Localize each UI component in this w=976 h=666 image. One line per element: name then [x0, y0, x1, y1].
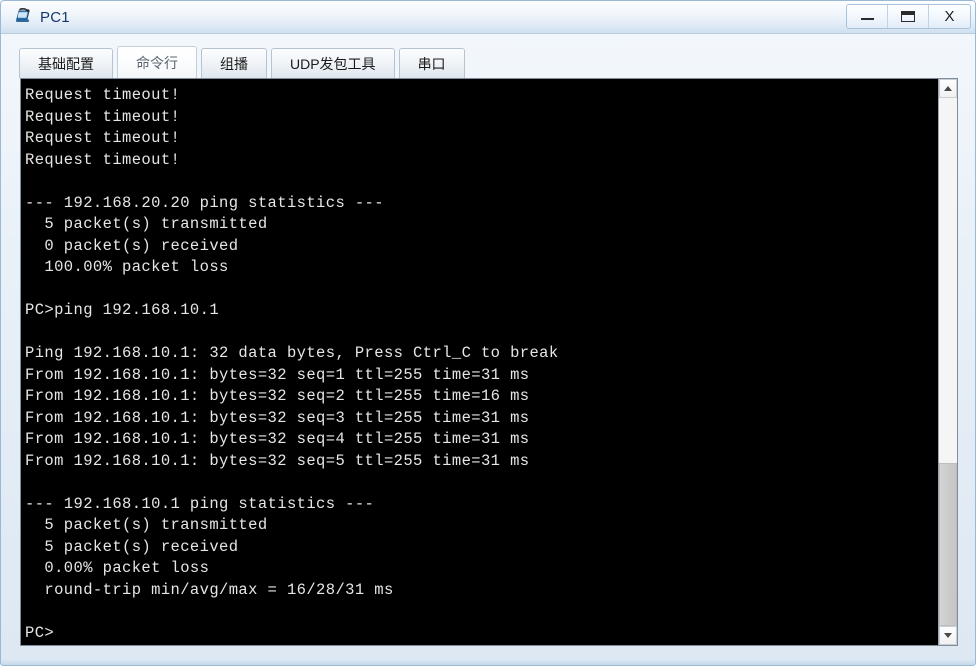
maximize-button[interactable] [888, 5, 929, 28]
terminal-line: Request timeout! [25, 107, 181, 126]
scrollbar-track[interactable] [939, 98, 957, 626]
tab-command-line[interactable]: 命令行 [117, 46, 197, 78]
window-controls: X [846, 4, 971, 29]
terminal-line: Request timeout! [25, 150, 181, 169]
chevron-up-icon [944, 86, 952, 91]
tab-udp-packet-tool[interactable]: UDP发包工具 [271, 48, 395, 78]
terminal-line: 0.00% packet loss [25, 559, 210, 577]
terminal-line: From 192.168.10.1: bytes=32 seq=5 ttl=25… [25, 451, 530, 470]
scroll-down-button[interactable] [939, 626, 957, 645]
terminal-line: From 192.168.10.1: bytes=32 seq=3 ttl=25… [25, 408, 530, 427]
close-icon: X [944, 8, 955, 25]
tab-command-line-label: 命令行 [136, 54, 178, 71]
tab-multicast[interactable]: 组播 [201, 48, 267, 78]
terminal-line: 100.00% packet loss [25, 258, 229, 276]
chevron-down-icon [944, 633, 952, 638]
title-bar[interactable]: PC1 X [1, 1, 975, 34]
terminal-line: 5 packet(s) received [25, 537, 239, 556]
terminal-line: From 192.168.10.1: bytes=32 seq=1 ttl=25… [25, 365, 530, 384]
tab-serial-port-label: 串口 [417, 55, 446, 72]
terminal-line: 0 packet(s) received [25, 236, 239, 255]
terminal-panel: Request timeout! Request timeout! Request … [20, 78, 958, 646]
maximize-icon [901, 11, 915, 22]
terminal-line: From 192.168.10.1: bytes=32 seq=2 ttl=25… [25, 387, 530, 405]
terminal-line: --- 192.168.20.20 ping statistics --- [25, 193, 384, 212]
terminal-line: --- 192.168.10.1 ping statistics --- [25, 494, 375, 513]
terminal-line: Ping 192.168.10.1: 32 data bytes, Press … [25, 344, 559, 362]
terminal-line: PC> [25, 623, 55, 642]
tab-serial-port[interactable]: 串口 [398, 48, 465, 78]
tab-basic-config-label: 基础配置 [38, 55, 94, 72]
tab-udp-packet-tool-label: UDP发包工具 [290, 55, 376, 72]
terminal-line: round-trip min/avg/max = 16/28/31 ms [25, 580, 394, 599]
tab-multicast-label: 组播 [220, 55, 248, 72]
tab-strip: 基础配置 命令行 组播 UDP发包工具 串口 [19, 46, 959, 78]
terminal-line: Request timeout! [25, 86, 181, 104]
terminal-output[interactable]: Request timeout! Request timeout! Request … [21, 79, 938, 645]
minimize-button[interactable] [847, 5, 888, 28]
scrollbar-thumb[interactable] [939, 463, 957, 626]
pc-device-icon [14, 7, 34, 27]
terminal-line: PC>ping 192.168.10.1 [25, 301, 220, 319]
terminal-line: Request timeout! [25, 129, 181, 147]
terminal-line: 5 packet(s) transmitted [25, 215, 268, 233]
terminal-line: From 192.168.10.1: bytes=32 seq=4 ttl=25… [25, 430, 530, 448]
close-button[interactable]: X [929, 5, 970, 28]
scroll-up-button[interactable] [939, 79, 957, 98]
pc1-window: PC1 X 基础配置 命令行 组播 UDP发包工具 串口 Request tim… [0, 0, 976, 666]
terminal-line: 5 packet(s) transmitted [25, 516, 268, 534]
tab-basic-config[interactable]: 基础配置 [19, 48, 113, 78]
terminal-scrollbar[interactable] [938, 79, 957, 645]
window-title: PC1 [40, 8, 70, 26]
minimize-icon [860, 18, 874, 20]
window-bottom-rim [1, 659, 975, 665]
